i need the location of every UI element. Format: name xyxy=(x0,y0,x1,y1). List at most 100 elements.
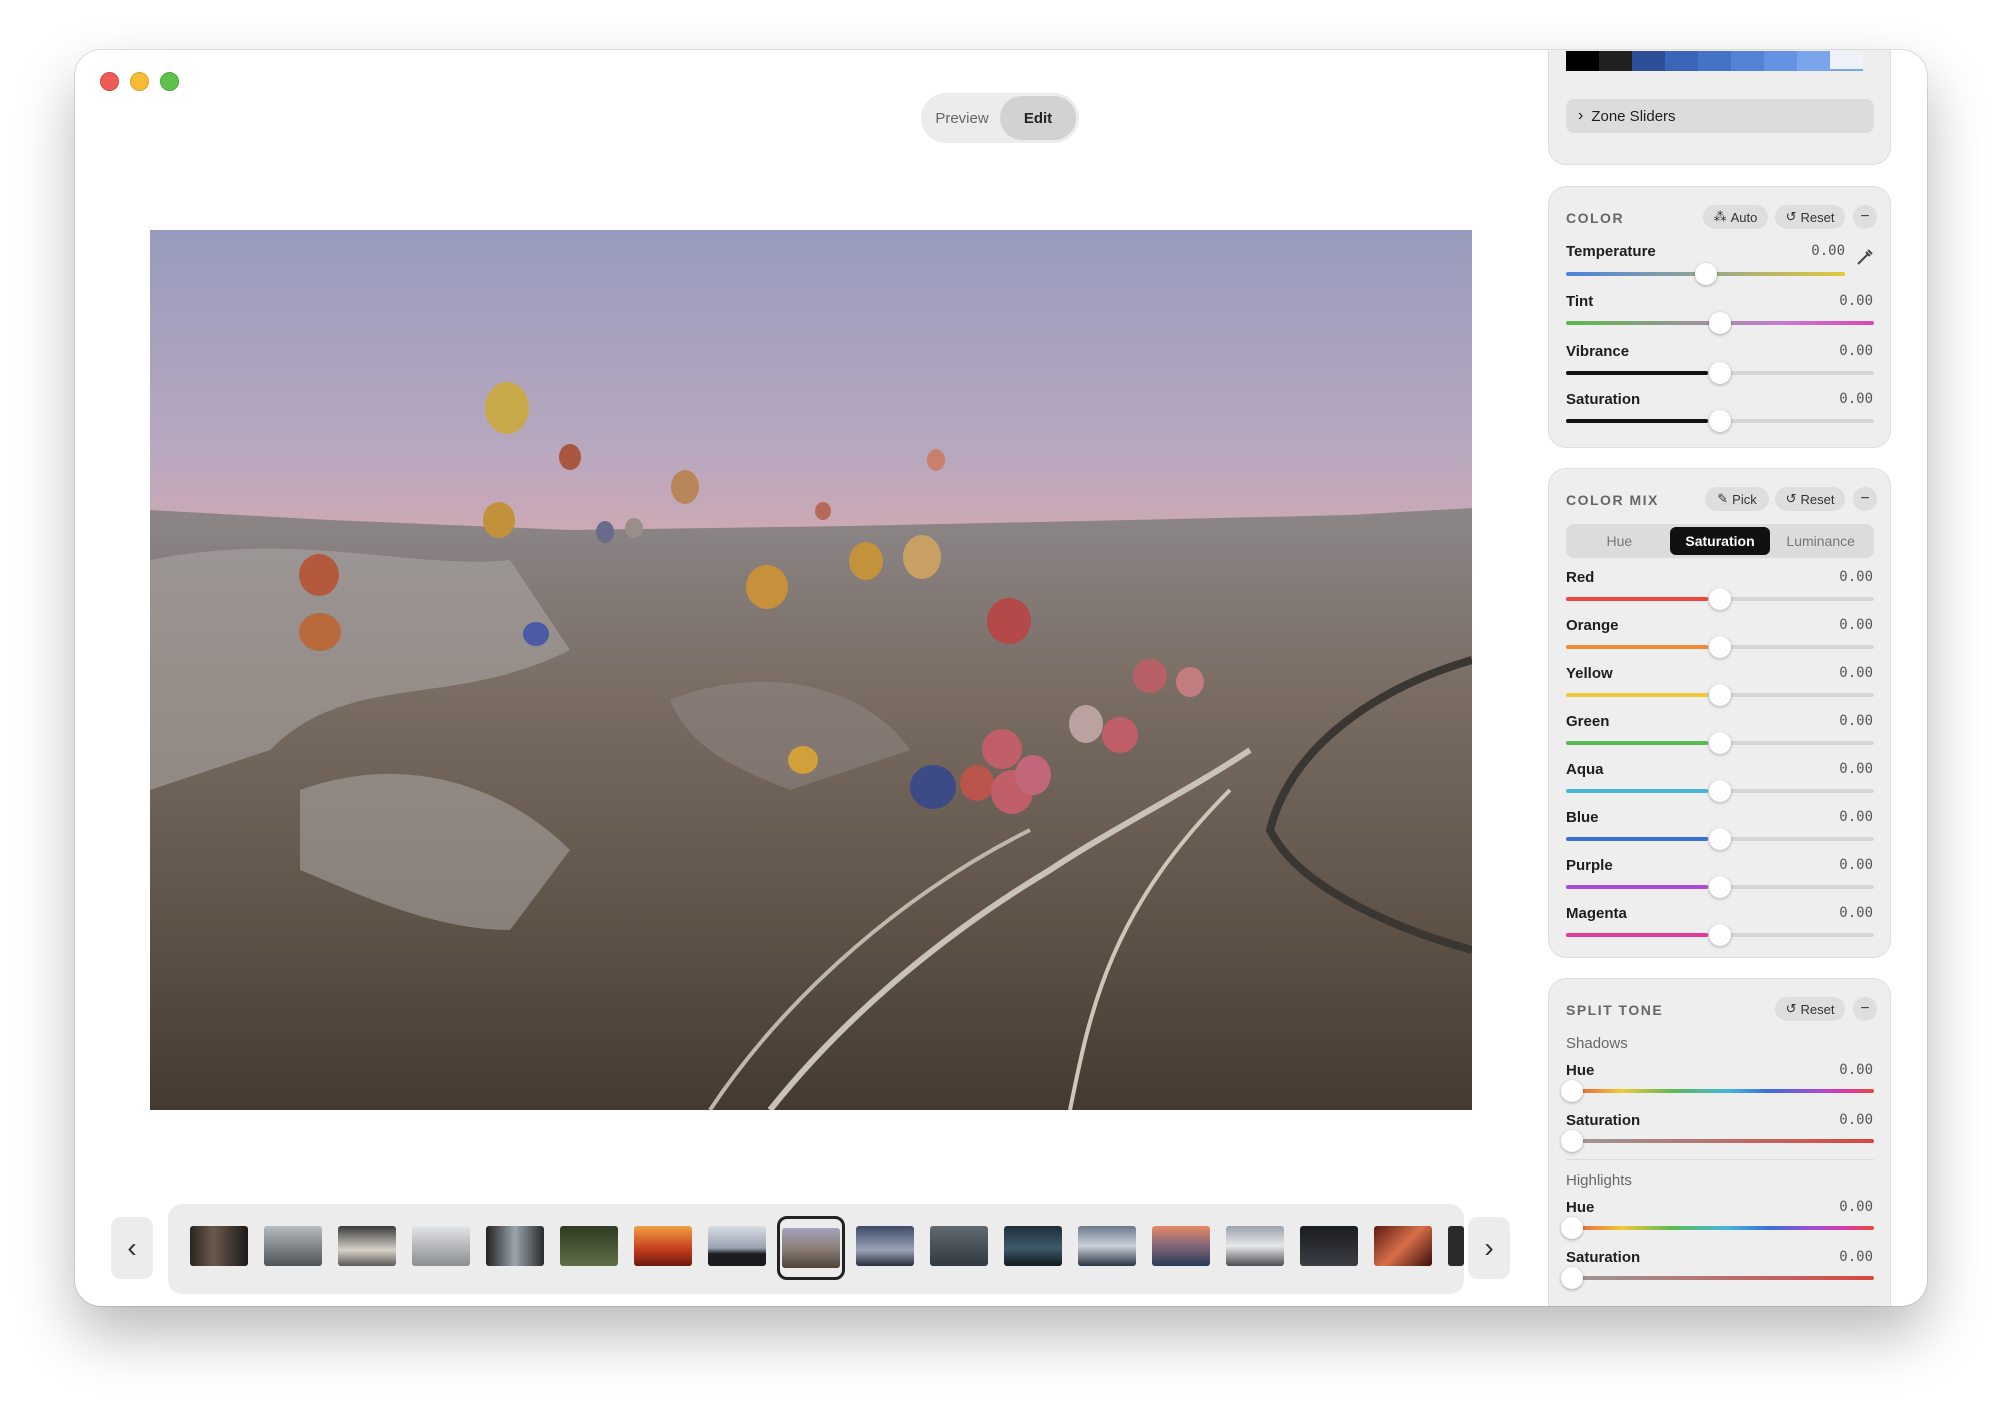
vibrance-label: Vibrance xyxy=(1566,343,1630,360)
thumbnail[interactable] xyxy=(930,1226,988,1266)
mix-red-fill xyxy=(1566,597,1708,601)
pick-button[interactable]: ✎ Pick xyxy=(1705,487,1769,511)
editor-window: Preview Edit ‹ › › Zone Sliders COLOR ⁂ … xyxy=(75,50,1927,1306)
highlights-hue-value: 0.00 xyxy=(1839,1199,1873,1215)
shadows-heading: Shadows xyxy=(1566,1035,1628,1052)
tab-hue[interactable]: Hue xyxy=(1569,527,1670,555)
highlights-saturation-knob[interactable] xyxy=(1561,1267,1583,1289)
color-panel: COLOR ⁂ Auto ↺ Reset − Temperature 0.00 Ti… xyxy=(1548,186,1891,448)
photo-preview[interactable] xyxy=(150,230,1472,1110)
chevron-right-icon: › xyxy=(1484,1232,1494,1263)
highlights-saturation-slider[interactable] xyxy=(1566,1276,1874,1280)
mix-red-label: Red xyxy=(1566,569,1595,586)
swatch xyxy=(1797,51,1830,71)
mix-orange-knob[interactable] xyxy=(1709,636,1731,658)
collapse-color-mix-button[interactable]: − xyxy=(1853,487,1877,511)
tab-luminance[interactable]: Luminance xyxy=(1770,527,1871,555)
saturation-fill xyxy=(1566,419,1708,423)
mix-green-knob[interactable] xyxy=(1709,732,1731,754)
zone-sliders-button[interactable]: › Zone Sliders xyxy=(1566,99,1874,133)
thumbnail[interactable] xyxy=(1226,1226,1284,1266)
mix-yellow-value: 0.00 xyxy=(1839,665,1873,681)
shadows-hue-slider[interactable] xyxy=(1566,1089,1874,1093)
color-reset-button[interactable]: ↺ Reset xyxy=(1775,205,1845,229)
mix-magenta-knob[interactable] xyxy=(1709,924,1731,946)
mix-purple-value: 0.00 xyxy=(1839,857,1873,873)
color-mix-tabs: Hue Saturation Luminance xyxy=(1566,524,1874,558)
split-tone-section-title: SPLIT TONE xyxy=(1566,1002,1664,1018)
swatch xyxy=(1566,51,1599,71)
thumbnail[interactable] xyxy=(1300,1226,1358,1266)
collapse-color-button[interactable]: − xyxy=(1853,205,1877,229)
thumbnail[interactable] xyxy=(264,1226,322,1266)
thumbnail[interactable] xyxy=(1152,1226,1210,1266)
temperature-value: 0.00 xyxy=(1811,243,1845,259)
selected-thumbnail[interactable] xyxy=(777,1216,845,1280)
tint-label: Tint xyxy=(1566,293,1594,310)
eyedropper-icon[interactable] xyxy=(1855,247,1875,267)
highlights-heading: Highlights xyxy=(1566,1172,1632,1189)
shadows-hue-knob[interactable] xyxy=(1561,1080,1583,1102)
chevron-left-icon: ‹ xyxy=(127,1232,137,1263)
eyedropper-glyph xyxy=(1857,249,1873,265)
filmstrip xyxy=(168,1204,1464,1294)
mix-aqua-knob[interactable] xyxy=(1709,780,1731,802)
temperature-knob[interactable] xyxy=(1695,263,1717,285)
close-window-button[interactable] xyxy=(100,72,119,91)
thumbnail[interactable] xyxy=(1448,1226,1464,1266)
thumbnail[interactable] xyxy=(1078,1226,1136,1266)
tab-preview[interactable]: Preview xyxy=(924,96,1000,140)
highlights-saturation-value: 0.00 xyxy=(1839,1249,1873,1265)
magic-wand-icon: ⁂ xyxy=(1713,209,1727,224)
thumbnail[interactable] xyxy=(1374,1226,1432,1266)
shadows-hue-value: 0.00 xyxy=(1839,1062,1873,1078)
thumbnail[interactable] xyxy=(412,1226,470,1266)
saturation-label: Saturation xyxy=(1566,391,1641,408)
shadows-saturation-knob[interactable] xyxy=(1561,1130,1583,1152)
highlights-hue-slider[interactable] xyxy=(1566,1226,1874,1230)
vibrance-value: 0.00 xyxy=(1839,343,1873,359)
chevron-right-icon: › xyxy=(1578,107,1584,124)
mix-red-value: 0.00 xyxy=(1839,569,1873,585)
mode-toggle: Preview Edit xyxy=(921,93,1079,143)
collapse-split-tone-button[interactable]: − xyxy=(1853,997,1877,1021)
color-mix-reset-button[interactable]: ↺ Reset xyxy=(1775,487,1845,511)
maximize-window-button[interactable] xyxy=(160,72,179,91)
next-photo-button[interactable]: › xyxy=(1468,1217,1510,1279)
mix-orange-fill xyxy=(1566,645,1708,649)
mix-purple-knob[interactable] xyxy=(1709,876,1731,898)
mix-blue-knob[interactable] xyxy=(1709,828,1731,850)
thumbnail[interactable] xyxy=(190,1226,248,1266)
eyedropper-icon: ✎ xyxy=(1717,491,1729,506)
mix-yellow-knob[interactable] xyxy=(1709,684,1731,706)
tab-edit[interactable]: Edit xyxy=(1000,96,1076,140)
mix-blue-fill xyxy=(1566,837,1708,841)
shadows-saturation-slider[interactable] xyxy=(1566,1139,1874,1143)
thumbnail[interactable] xyxy=(708,1226,766,1266)
highlights-hue-knob[interactable] xyxy=(1561,1217,1583,1239)
thumbnail[interactable] xyxy=(856,1226,914,1266)
mix-blue-value: 0.00 xyxy=(1839,809,1873,825)
tint-knob[interactable] xyxy=(1709,312,1731,334)
mix-magenta-fill xyxy=(1566,933,1708,937)
split-tone-reset-button[interactable]: ↺ Reset xyxy=(1775,997,1845,1021)
minimize-window-button[interactable] xyxy=(130,72,149,91)
photo-illustration xyxy=(150,230,1472,1110)
mix-green-value: 0.00 xyxy=(1839,713,1873,729)
tab-saturation[interactable]: Saturation xyxy=(1669,527,1771,555)
mix-green-label: Green xyxy=(1566,713,1610,730)
reset-icon: ↺ xyxy=(1785,209,1797,224)
previous-photo-button[interactable]: ‹ xyxy=(111,1217,153,1279)
auto-button[interactable]: ⁂ Auto xyxy=(1703,205,1768,229)
thumbnail[interactable] xyxy=(338,1226,396,1266)
mix-green-fill xyxy=(1566,741,1708,745)
mix-red-knob[interactable] xyxy=(1709,588,1731,610)
reset-icon: ↺ xyxy=(1785,491,1797,506)
vibrance-knob[interactable] xyxy=(1709,362,1731,384)
thumbnail[interactable] xyxy=(560,1226,618,1266)
tone-swatches xyxy=(1566,51,1863,71)
thumbnail[interactable] xyxy=(1004,1226,1062,1266)
thumbnail[interactable] xyxy=(634,1226,692,1266)
thumbnail[interactable] xyxy=(486,1226,544,1266)
saturation-knob[interactable] xyxy=(1709,410,1731,432)
